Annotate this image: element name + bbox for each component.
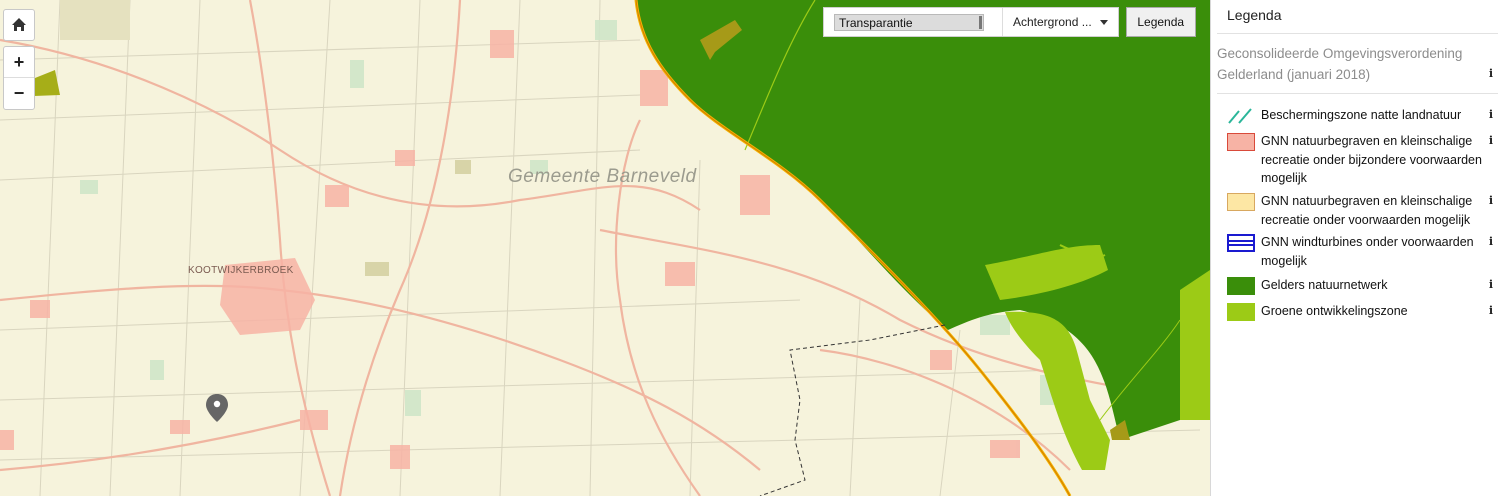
- zoom-out-button[interactable]: −: [4, 78, 34, 108]
- zoom-controls: + −: [3, 46, 35, 110]
- legend-panel: Legenda Geconsolideerde Omgevingsverorde…: [1210, 0, 1498, 496]
- toolbar-group: Transparantie Achtergrond ...: [823, 7, 1119, 37]
- caret-down-icon: [1099, 19, 1108, 25]
- legend-button[interactable]: Legenda: [1125, 7, 1196, 37]
- legend-item-label: Gelders natuurnetwerk: [1261, 278, 1388, 292]
- transparency-label: Transparantie: [839, 15, 913, 30]
- place-label: KOOTWIJKERBROEK: [188, 265, 294, 276]
- map-view[interactable]: Gemeente Barneveld KOOTWIJKERBROEK + − T…: [0, 0, 1210, 496]
- transparency-slider[interactable]: Transparantie: [834, 13, 984, 31]
- fill-swatch: [1227, 277, 1255, 295]
- legend-source-title: Geconsolideerde Omgevingsverordening Gel…: [1217, 46, 1463, 82]
- legend-item-label: GNN natuurbegraven en kleinschalige recr…: [1261, 194, 1473, 227]
- info-icon[interactable]: i: [1489, 194, 1493, 207]
- divider: [1217, 93, 1498, 94]
- legend-item-label: GNN natuurbegraven en kleinschalige recr…: [1261, 134, 1482, 185]
- hatch-swatch-icon: [1228, 108, 1252, 124]
- fill-swatch: [1227, 193, 1255, 211]
- zoom-in-button[interactable]: +: [4, 47, 34, 77]
- info-icon[interactable]: i: [1489, 134, 1493, 147]
- legend-title: Legenda: [1227, 7, 1282, 23]
- map-canvas: [0, 0, 1210, 496]
- divider: [1217, 33, 1498, 34]
- legend-item-label: GNN windturbines onder voorwaarden mogel…: [1261, 235, 1474, 268]
- info-icon[interactable]: i: [1489, 278, 1493, 291]
- info-icon[interactable]: i: [1489, 108, 1493, 121]
- map-toolbar: Transparantie Achtergrond ... Legenda: [823, 7, 1196, 37]
- source-info-icon[interactable]: i: [1489, 67, 1493, 80]
- location-marker-icon[interactable]: [206, 394, 228, 422]
- legend-item-label: Groene ontwikkelingszone: [1261, 304, 1408, 318]
- municipality-label: Gemeente Barneveld: [508, 166, 697, 187]
- lines-swatch-icon: [1227, 234, 1255, 252]
- fill-swatch: [1227, 303, 1255, 321]
- fill-swatch: [1227, 133, 1255, 151]
- transparency-control: Transparantie: [824, 8, 1003, 36]
- legend-item-label: Beschermingszone natte landnatuur: [1261, 108, 1462, 122]
- slider-thumb[interactable]: [979, 15, 982, 29]
- background-dropdown[interactable]: Achtergrond ...: [1003, 8, 1118, 36]
- info-icon[interactable]: i: [1489, 304, 1493, 317]
- background-dropdown-label: Achtergrond ...: [1013, 15, 1092, 29]
- home-icon: [12, 18, 26, 31]
- info-icon[interactable]: i: [1489, 235, 1493, 248]
- home-button[interactable]: [3, 9, 35, 41]
